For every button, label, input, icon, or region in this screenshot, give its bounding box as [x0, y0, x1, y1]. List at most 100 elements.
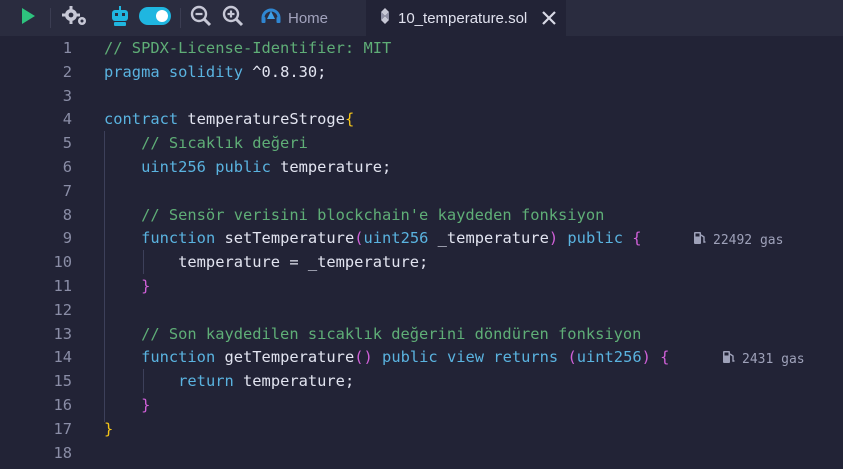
- zoom-out-button[interactable]: [189, 0, 213, 36]
- gas-value: 2431 gas: [742, 351, 805, 367]
- gas-estimate: 2431 gas: [722, 350, 805, 368]
- code-line[interactable]: 11 }: [0, 275, 843, 299]
- line-number: 13: [53, 324, 72, 343]
- code-text: uint256 public temperature;: [104, 156, 391, 180]
- code-text: // Sensör verisini blockchain'e kaydeden…: [104, 204, 604, 228]
- code-line[interactable]: 18: [0, 442, 843, 466]
- code-editor[interactable]: 1 // SPDX-License-Identifier: MIT 2 pragma …: [0, 36, 843, 469]
- code-line[interactable]: 8 // Sensör verisini blockchain'e kayded…: [0, 204, 843, 228]
- fuel-pump-icon: [693, 231, 707, 249]
- code-token: (: [567, 348, 577, 367]
- code-token: (): [354, 348, 373, 367]
- line-number: 12: [53, 300, 72, 319]
- code-token: temperatureStroge: [178, 110, 345, 129]
- line-number: 9: [62, 229, 72, 248]
- line-number: 7: [62, 181, 72, 200]
- code-text: function setTemperature(uint256 _tempera…: [104, 227, 642, 251]
- line-number: 15: [53, 372, 72, 391]
- code-line[interactable]: 16 }: [0, 394, 843, 418]
- code-line[interactable]: 5 // Sıcaklık değeri: [0, 132, 843, 156]
- robot-icon: [109, 5, 131, 31]
- code-text: }: [104, 418, 113, 442]
- code-line[interactable]: 7: [0, 180, 843, 204]
- code-line[interactable]: 4 contract temperatureStroge{: [0, 108, 843, 132]
- tab-active-file[interactable]: 10_temperature.sol: [366, 0, 566, 36]
- code-token: ): [548, 229, 559, 248]
- code-token: _temperature: [428, 229, 549, 248]
- gears-icon: [61, 4, 89, 32]
- code-text: }: [104, 394, 150, 418]
- code-token: // Son kaydedilen sıcaklık değerini dönd…: [104, 324, 642, 343]
- code-line[interactable]: 15 return temperature;: [0, 370, 843, 394]
- code-token: {: [632, 229, 642, 248]
- line-number: 4: [62, 110, 72, 129]
- code-text: // Son kaydedilen sıcaklık değerini dönd…: [104, 323, 641, 347]
- code-token: temperature;: [270, 158, 392, 176]
- tab-file-label: 10_temperature.sol: [398, 9, 528, 27]
- code-token: getTemperature: [215, 348, 355, 367]
- code-text: // SPDX-License-Identifier: MIT: [104, 37, 391, 61]
- code-token: {: [344, 110, 355, 129]
- code-line[interactable]: 17}: [0, 418, 843, 442]
- code-token: function: [141, 229, 216, 248]
- solidity-icon: [378, 7, 392, 29]
- code-line[interactable]: 12: [0, 299, 843, 323]
- line-number: 18: [53, 443, 72, 462]
- code-token: return: [178, 372, 234, 391]
- play-icon: [18, 6, 38, 30]
- tab-home[interactable]: Home: [250, 0, 362, 36]
- line-number: 5: [62, 134, 72, 153]
- close-icon[interactable]: [541, 10, 557, 26]
- zoom-out-icon: [190, 5, 212, 31]
- code-token: setTemperature: [215, 229, 355, 248]
- toolbar-divider: [50, 8, 51, 28]
- code-line[interactable]: 10 temperature = _temperature;: [0, 251, 843, 275]
- zoom-in-icon: [222, 5, 244, 31]
- code-line[interactable]: 6 uint256 public temperature;: [0, 156, 843, 180]
- code-token: public: [382, 348, 438, 367]
- code-line[interactable]: 13 // Son kaydedilen sıcaklık değerini d…: [0, 323, 843, 347]
- code-token: }: [141, 277, 151, 295]
- code-line[interactable]: 2 pragma solidity ^0.8.30;: [0, 61, 843, 85]
- line-number: 2: [62, 62, 72, 81]
- code-line[interactable]: 3: [0, 85, 843, 109]
- zoom-in-button[interactable]: [221, 0, 245, 36]
- code-token: uint256: [576, 348, 642, 367]
- line-number: 1: [62, 39, 72, 57]
- ai-assistant-button[interactable]: [108, 0, 132, 36]
- code-token: ): [641, 348, 651, 367]
- code-token: public: [567, 229, 624, 248]
- code-token: (: [354, 229, 364, 248]
- fuel-pump-icon: [722, 350, 736, 368]
- top-toolbar: Home 10_temperature.sol: [0, 0, 843, 36]
- code-text: // Sıcaklık değeri: [104, 132, 308, 156]
- code-line[interactable]: 14 function getTemperature() public view…: [0, 346, 843, 370]
- gas-estimate: 22492 gas: [693, 231, 783, 249]
- line-number: 6: [62, 158, 72, 176]
- code-token: // Sıcaklık değeri: [104, 134, 308, 153]
- ai-toggle[interactable]: [138, 0, 172, 36]
- code-token: {: [660, 348, 670, 367]
- line-number: 8: [62, 205, 72, 224]
- code-token: }: [104, 419, 114, 438]
- run-button[interactable]: [14, 0, 42, 36]
- settings-button[interactable]: [58, 0, 92, 36]
- code-text: }: [104, 275, 150, 299]
- line-number: 3: [62, 86, 72, 105]
- code-token: view: [446, 348, 485, 367]
- code-text: temperature = _temperature;: [104, 251, 428, 275]
- code-token: temperature = _temperature;: [104, 253, 429, 272]
- gas-value: 22492 gas: [713, 232, 784, 248]
- code-token: uint256: [141, 158, 206, 176]
- code-line[interactable]: 1 // SPDX-License-Identifier: MIT: [0, 37, 843, 61]
- tab-home-label: Home: [288, 9, 329, 27]
